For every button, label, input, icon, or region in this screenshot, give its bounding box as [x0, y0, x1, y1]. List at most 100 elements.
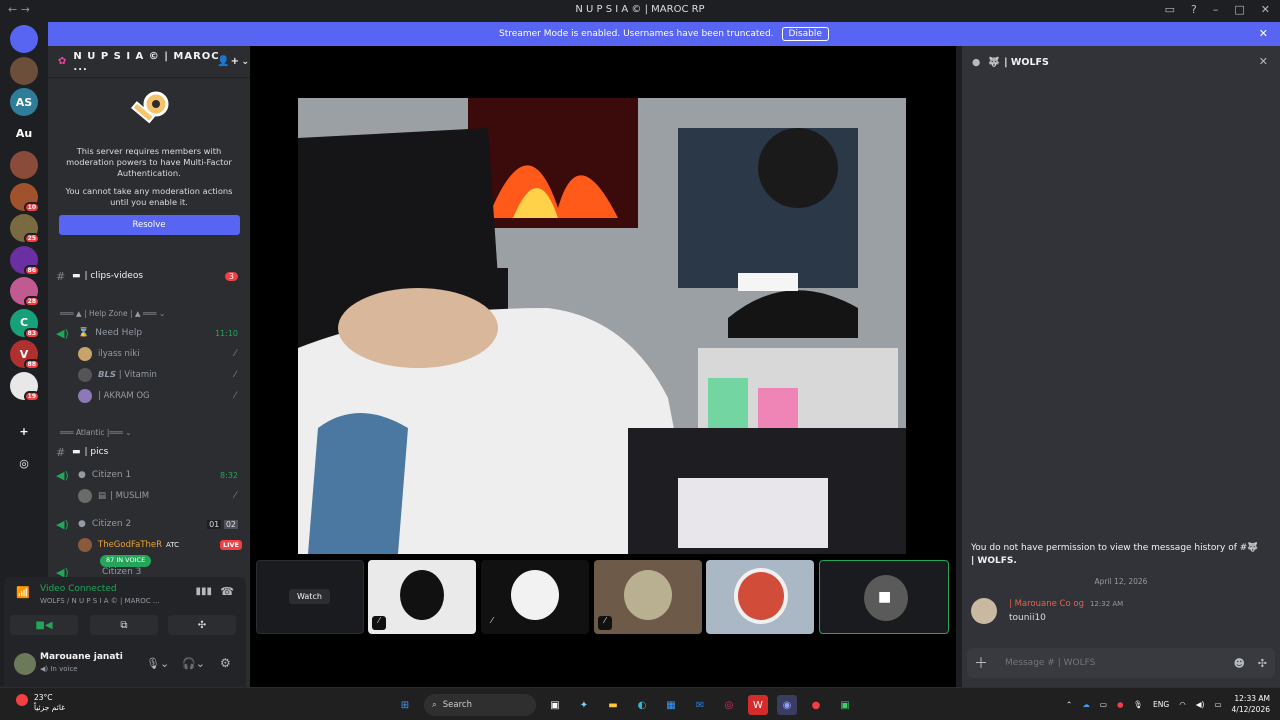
server-icon[interactable]: 25	[10, 214, 40, 244]
server-header[interactable]: ✿ N U P S I A © | MAROC ... ⌄ 👤+	[48, 46, 250, 78]
self-video-tile[interactable]: ■	[819, 560, 949, 634]
close-icon[interactable]: ✕	[1259, 55, 1268, 68]
voice-status[interactable]: Video Connected	[40, 584, 117, 594]
watch-button[interactable]: Watch	[289, 589, 330, 604]
chevron-down-icon[interactable]: ⌄	[241, 57, 250, 67]
server-name: N U P S I A © | MAROC ...	[73, 50, 220, 73]
server-icon[interactable]	[10, 151, 38, 179]
main-video-stream[interactable]	[298, 98, 906, 554]
camera-icon: ■◀	[35, 619, 53, 631]
gear-icon[interactable]: ⚙	[220, 656, 231, 670]
discord-icon[interactable]: ◉	[777, 695, 797, 715]
participant-tile[interactable]	[706, 560, 814, 634]
channel-clips-videos[interactable]: # ▬ | clips-videos 3	[56, 267, 244, 285]
search-box[interactable]: ⌕ Search	[424, 694, 536, 716]
add-attachment-icon[interactable]: ＋	[967, 653, 995, 673]
voice-channel-citizen-1[interactable]: ◀) ● Citizen 1 8:32	[56, 466, 244, 484]
banner-close-icon[interactable]: ✕	[1259, 27, 1268, 40]
server-icon[interactable]: 28	[10, 277, 40, 307]
invite-icon[interactable]: 👤+	[217, 56, 240, 67]
voice-user[interactable]: ilyass niki ⁄	[78, 345, 248, 363]
voice-user[interactable]: ▤ | MUSLIM ⁄	[78, 487, 248, 505]
voice-channel-need-help[interactable]: ◀) ⌛ Need Help 11:10	[56, 324, 244, 342]
message-input[interactable]	[1005, 658, 1205, 668]
participant-tile[interactable]: ⁄	[481, 560, 589, 634]
copilot-icon[interactable]: ✦	[574, 695, 594, 715]
file-explorer-icon[interactable]: ▬	[603, 695, 623, 715]
user-count: 01	[207, 519, 222, 529]
help-icon[interactable]: ?	[1191, 3, 1197, 16]
weather-widget[interactable]: 23°C غائم جزئياً	[34, 693, 65, 713]
store-icon[interactable]: ▦	[661, 695, 681, 715]
avatar[interactable]	[14, 653, 36, 675]
screenshare-button[interactable]: ⧉	[90, 615, 158, 635]
voice-channel-path[interactable]: WOLFS / N U P S I A © | MAROC ...	[40, 597, 160, 605]
wifi-icon[interactable]: ◠	[1179, 700, 1186, 709]
avatar	[78, 389, 92, 403]
server-icon[interactable]: C 83	[10, 308, 40, 339]
server-icon[interactable]: AS	[10, 88, 38, 116]
server-icon[interactable]: V 88	[10, 340, 40, 370]
server-icon[interactable]: 19	[10, 371, 40, 402]
avatar[interactable]	[971, 598, 997, 624]
category-atlantic[interactable]: ═══ Atlantic |═══ ⌄	[60, 428, 132, 437]
voice-user[interactable]: | AKRAM OG ⁄	[78, 387, 248, 405]
headphones-icon[interactable]: 🎧⌄	[182, 657, 205, 670]
app-green-icon[interactable]: ▣	[835, 695, 855, 715]
soundboard-icon[interactable]: ▮▮▮	[195, 586, 212, 597]
minimize-button[interactable]: –	[1213, 3, 1219, 16]
participant-tile[interactable]: ⁄	[368, 560, 476, 634]
camera-button[interactable]: ■◀	[10, 615, 78, 635]
resolve-button[interactable]: Resolve	[58, 215, 240, 235]
close-button[interactable]: ✕	[1261, 3, 1270, 16]
maximize-button[interactable]: □	[1234, 3, 1244, 16]
user-name[interactable]: Marouane janati	[40, 652, 123, 662]
server-icon[interactable]: Au	[10, 119, 38, 148]
edge-icon[interactable]: ◐	[632, 695, 652, 715]
volume-icon[interactable]: ◀)	[1196, 700, 1205, 709]
weather-icon[interactable]	[16, 694, 28, 706]
activities-button[interactable]: ✣	[168, 615, 236, 635]
channel-pics[interactable]: # ▬ | pics	[56, 443, 244, 461]
onedrive-icon[interactable]: ☁	[1082, 700, 1090, 709]
start-icon[interactable]: ⊞	[395, 695, 415, 715]
server-icon[interactable]: 86	[10, 245, 40, 276]
server-icon[interactable]	[10, 56, 38, 85]
inbox-icon[interactable]: ▭	[1165, 3, 1175, 16]
taskview-icon[interactable]: ▣	[545, 695, 565, 715]
chevron-up-icon[interactable]: ⌃	[1066, 700, 1072, 709]
disconnect-icon[interactable]: ☎	[220, 585, 234, 598]
chat-bubble-icon: ●	[78, 470, 86, 480]
display-icon[interactable]: ▭	[1100, 700, 1107, 709]
message-text: tounii10	[1009, 613, 1046, 623]
microphone-icon[interactable]: 🎙	[1133, 700, 1143, 709]
voice-user-streaming[interactable]: TheGodFaTheR ATC LIVE	[78, 536, 248, 554]
instagram-icon[interactable]: ◎	[719, 695, 739, 715]
chat-bubble-icon: ●	[972, 56, 981, 68]
disable-button[interactable]: Disable	[781, 27, 829, 41]
battery-icon[interactable]: ▭	[1214, 700, 1221, 709]
add-server-icon[interactable]: +	[10, 417, 38, 445]
language-indicator[interactable]: ENG	[1153, 700, 1169, 709]
participant-tile[interactable]: ⁄	[594, 560, 702, 634]
category-help-zone[interactable]: ═══ ▲ | Help Zone | ▲ ═══ ⌄	[60, 309, 165, 318]
emoji-icon[interactable]: ☻	[1234, 657, 1245, 670]
apps-icon[interactable]: ✣	[1258, 657, 1267, 670]
chat-message[interactable]: | Marouane Co og 12:32 AM tounii10	[971, 598, 1271, 626]
discover-icon[interactable]: ◎	[10, 449, 38, 477]
clock[interactable]: 12:33 AM 4/12/2026	[1232, 693, 1270, 715]
muted-icon: ⁄	[598, 616, 612, 630]
outlook-icon[interactable]: ✉	[690, 695, 710, 715]
app-w-icon[interactable]: W	[748, 695, 768, 715]
voice-channel-citizen-2[interactable]: ◀) ● Citizen 2 01 02	[56, 515, 244, 533]
app-icon[interactable]: ●	[806, 695, 826, 715]
stream-tile-watch[interactable]: Watch	[256, 560, 364, 634]
voice-user[interactable]: 𝘽𝙇𝙎 | Vitamin ⁄	[78, 366, 248, 384]
message-author[interactable]: | Marouane Co og 12:32 AM	[1009, 599, 1123, 609]
discord-home-icon[interactable]	[10, 25, 38, 53]
user-status-text: In voice	[50, 665, 78, 673]
server-icon[interactable]: 10	[10, 182, 40, 213]
notification-icon[interactable]: ●	[1117, 700, 1124, 709]
microphone-icon[interactable]: 🎙⌄	[146, 657, 169, 670]
signal-icon[interactable]: 📶	[16, 586, 30, 599]
